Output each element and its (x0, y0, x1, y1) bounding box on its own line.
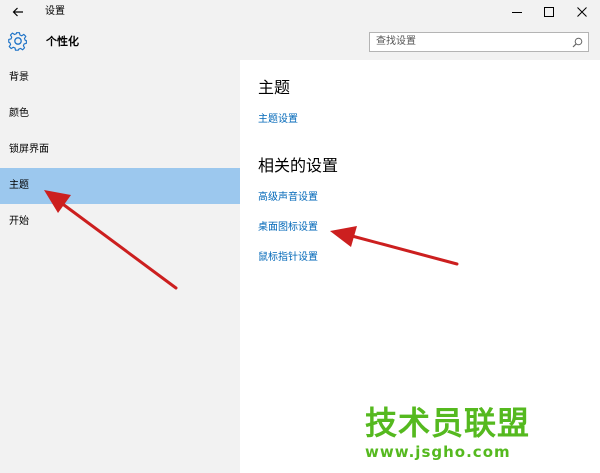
sidebar-item-themes[interactable]: 主题 (0, 168, 240, 204)
gear-icon (8, 32, 27, 51)
page-title: 个性化 (46, 35, 79, 48)
theme-settings-link[interactable]: 主题设置 (258, 113, 298, 127)
advanced-sound-settings-link[interactable]: 高级声音设置 (258, 191, 318, 205)
maximize-icon (544, 7, 554, 17)
sidebar-item-label: 背景 (9, 72, 29, 83)
watermark-url: www.jsgho.com (365, 443, 511, 461)
sidebar-item-label: 主题 (9, 180, 29, 191)
sidebar-item-background[interactable]: 背景 (0, 60, 240, 96)
section-heading-related-settings: 相关的设置 (258, 156, 339, 175)
close-button[interactable] (565, 0, 599, 24)
section-heading-themes: 主题 (258, 78, 291, 97)
sidebar-item-lock-screen[interactable]: 锁屏界面 (0, 132, 240, 168)
sidebar-item-label: 开始 (9, 216, 29, 227)
title-bar: 设置 (0, 0, 600, 24)
mouse-pointer-settings-link[interactable]: 鼠标指针设置 (258, 251, 318, 265)
minimize-icon (512, 12, 522, 13)
desktop-icon-settings-link[interactable]: 桌面图标设置 (258, 221, 318, 235)
search-box[interactable] (369, 32, 589, 52)
sidebar-item-colors[interactable]: 颜色 (0, 96, 240, 132)
sidebar-item-label: 锁屏界面 (9, 144, 49, 155)
maximize-button[interactable] (532, 0, 566, 24)
window-title: 设置 (45, 6, 65, 17)
search-icon[interactable] (572, 37, 583, 48)
page-header: 个性化 (0, 24, 600, 60)
back-arrow-icon (12, 7, 23, 17)
watermark-text: 技术员联盟 (365, 404, 531, 442)
watermark: 技术员联盟 www.jsgho.com (365, 405, 565, 461)
sidebar-item-label: 颜色 (9, 108, 29, 119)
close-icon (577, 7, 587, 17)
sidebar-item-start[interactable]: 开始 (0, 204, 240, 240)
sidebar: 背景 颜色 锁屏界面 主题 开始 (0, 60, 240, 473)
back-button[interactable] (6, 0, 32, 24)
search-input[interactable] (376, 35, 556, 49)
minimize-button[interactable] (500, 0, 534, 24)
